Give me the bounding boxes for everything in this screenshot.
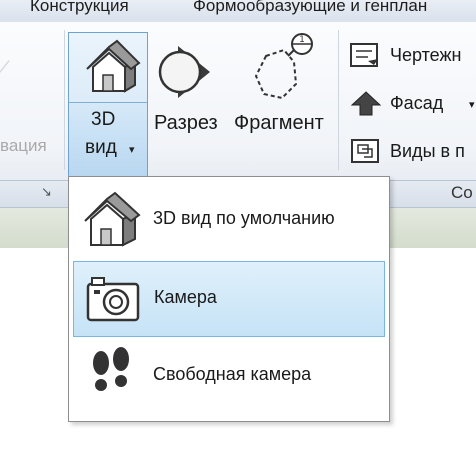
panel-separator [338, 30, 339, 170]
3d-view-label-line1: 3D [91, 109, 116, 130]
tab-massing-site[interactable]: Формообразующие и генплан [193, 0, 427, 16]
drafting-view-button[interactable]: Чертежн [344, 40, 476, 70]
callout-label: Фрагмент [234, 112, 324, 134]
left-partial-label[interactable]: вация [0, 136, 47, 156]
chevron-down-icon: ▾ [129, 144, 135, 156]
menu-item-label: 3D вид по умолчанию [153, 208, 335, 228]
panel-separator [64, 30, 65, 170]
camera-icon [86, 277, 140, 322]
panel-title: Со [451, 183, 473, 202]
3d-view-label-line2: вид [85, 137, 117, 158]
partial-icon: ⁄ [2, 56, 6, 81]
elevation-arrow-icon [350, 91, 382, 116]
elevation-label: Фасад [390, 93, 444, 113]
menu-item-label: Свободная камера [153, 364, 312, 384]
footprints-icon [93, 347, 129, 391]
section-button[interactable]: Разрез [152, 32, 224, 142]
3d-view-button-top[interactable] [69, 33, 147, 103]
menu-item-camera[interactable]: Камера [73, 261, 385, 337]
tab-construction[interactable]: Конструкция [30, 0, 129, 16]
left-partial-panel: ⁄ вация [0, 22, 62, 180]
house-3d-icon [86, 39, 141, 93]
drafting-view-label: Чертежн [390, 45, 462, 65]
plan-views-icon [351, 139, 379, 163]
menu-item-label: Камера [154, 287, 217, 307]
menu-item-walkthrough[interactable]: Свободная камера [73, 339, 385, 415]
elevation-button[interactable]: Фасад ▾ [344, 88, 476, 118]
ribbon-tab-bar: Конструкция Формообразующие и генплан [0, 0, 476, 23]
panel-launcher-icon[interactable]: ↘ [41, 184, 52, 200]
plan-views-button[interactable]: Виды в п [344, 136, 476, 166]
drafting-view-icon [350, 43, 378, 67]
3d-view-dropdown-menu: 3D вид по умолчанию Камера Свободная кам… [68, 176, 390, 422]
plan-views-label: Виды в п [390, 141, 465, 161]
3d-view-dropdown-trigger[interactable]: 3D вид ▾ [69, 103, 147, 177]
callout-icon: 1 [254, 33, 313, 100]
section-label: Разрез [154, 112, 218, 134]
house-3d-icon [84, 191, 141, 247]
callout-button[interactable]: 1 Фрагмент [232, 32, 336, 142]
menu-item-default-3d-view[interactable]: 3D вид по умолчанию [73, 183, 385, 259]
chevron-down-icon[interactable]: ▾ [469, 98, 475, 111]
svg-text:1: 1 [299, 35, 305, 45]
3d-view-split-button[interactable]: 3D вид ▾ [68, 32, 148, 178]
section-icon [158, 46, 210, 98]
